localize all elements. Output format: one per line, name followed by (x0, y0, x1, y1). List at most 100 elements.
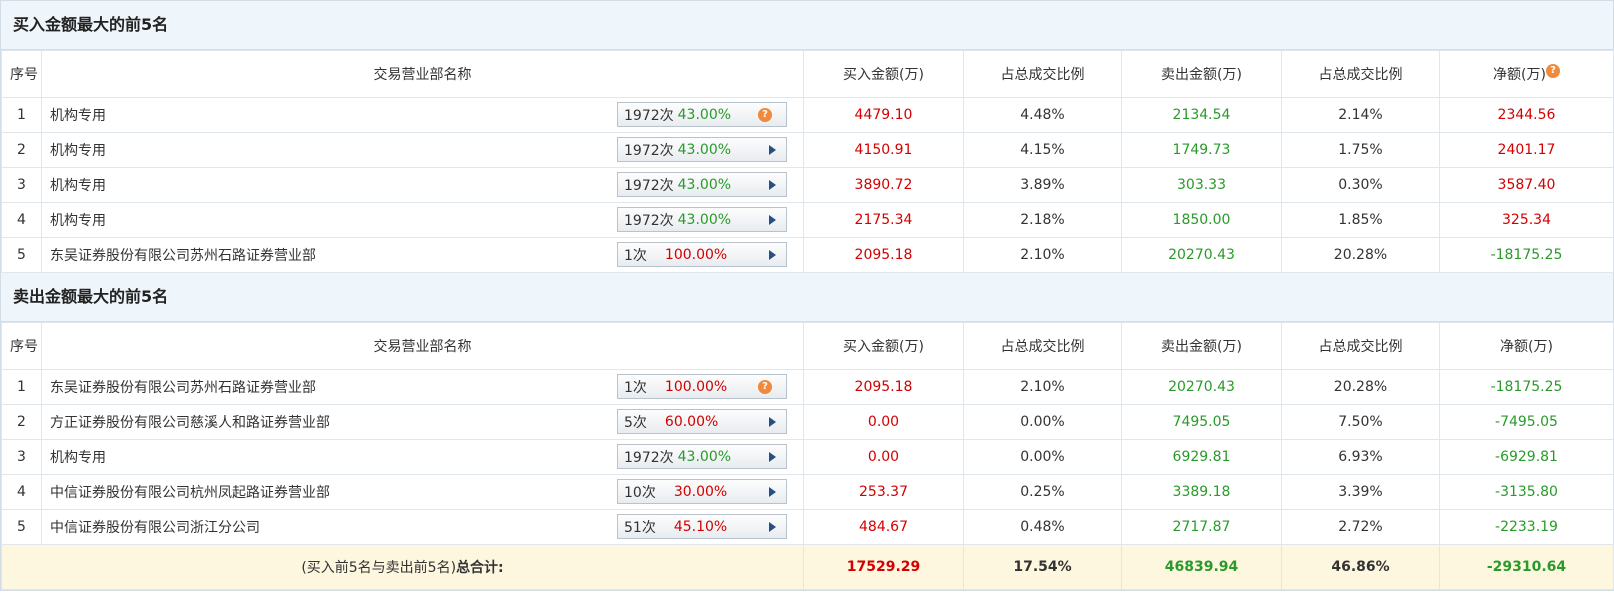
expand-arrow-icon[interactable] (769, 215, 776, 225)
sell-amount: 6929.81 (1121, 439, 1282, 475)
broker-name[interactable]: 机构专用 (50, 213, 106, 229)
row-no: 4 (1, 474, 42, 510)
buy-amount: 2095.18 (803, 237, 964, 273)
broker-stats-button[interactable]: 5次 60.00% (617, 409, 787, 434)
row-no: 5 (1, 509, 42, 545)
buy-ratio: 0.48% (963, 509, 1122, 545)
sell-ratio: 1.75% (1281, 132, 1440, 168)
broker-stats-button[interactable]: 1972次 43.00% (617, 137, 787, 162)
expand-arrow-icon[interactable] (769, 417, 776, 427)
broker-stats-button[interactable]: 10次 30.00% (617, 479, 787, 504)
broker-name[interactable]: 机构专用 (50, 143, 106, 159)
buy-amount: 3890.72 (803, 167, 964, 203)
sell-table-header: 序号 交易营业部名称 买入金额(万) 占总成交比例 卖出金额(万) 占总成交比例… (1, 322, 1614, 370)
table-row: 2 机构专用 1972次 43.00% 4150.91 4.15% 1749.73 1.75%… (1, 132, 1614, 168)
sell-ratio: 20.28% (1281, 369, 1440, 405)
row-no: 1 (1, 97, 42, 133)
help-question-icon[interactable]: ? (1545, 64, 1560, 78)
broker-stats-button[interactable]: 1次 100.00%? (617, 374, 787, 399)
expand-arrow-icon[interactable] (769, 452, 776, 462)
net-amount: 3587.40 (1439, 167, 1614, 203)
expand-arrow-icon[interactable] (769, 487, 776, 497)
sell-amount: 1749.73 (1121, 132, 1282, 168)
net-amount: -6929.81 (1439, 439, 1614, 475)
broker-name[interactable]: 东吴证券股份有限公司苏州石路证券营业部 (50, 248, 316, 264)
broker-cell: 东吴证券股份有限公司苏州石路证券营业部 1次 100.00% (41, 237, 804, 273)
broker-stats-button[interactable]: 1次 100.00% (617, 242, 787, 267)
broker-name[interactable]: 机构专用 (50, 178, 106, 194)
broker-name[interactable]: 机构专用 (50, 450, 106, 466)
total-sell-pct: 46.86% (1281, 544, 1440, 590)
net-amount: -7495.05 (1439, 404, 1614, 440)
help-question-icon[interactable]: ? (758, 380, 772, 394)
sell-amount: 20270.43 (1121, 369, 1282, 405)
row-no: 5 (1, 237, 42, 273)
sell-amount: 7495.05 (1121, 404, 1282, 440)
broker-cell: 机构专用 1972次 43.00%? (41, 97, 804, 133)
header-buy: 买入金额(万) (803, 50, 964, 98)
sell-table: 序号 交易营业部名称 买入金额(万) 占总成交比例 卖出金额(万) 占总成交比例… (1, 322, 1614, 590)
buy-ratio: 2.18% (963, 202, 1122, 238)
broker-count: 1972次 (624, 177, 674, 194)
sell-amount: 303.33 (1121, 167, 1282, 203)
header-name: 交易营业部名称 (41, 50, 804, 98)
broker-stats-button[interactable]: 1972次 43.00% (617, 444, 787, 469)
sell-section-title: 卖出金额最大的前5名 (1, 273, 1613, 322)
header-sell-pct: 占总成交比例 (1281, 50, 1440, 98)
expand-arrow-icon[interactable] (769, 180, 776, 190)
broker-count: 5次 (624, 414, 647, 431)
table-row: 3 机构专用 1972次 43.00% 0.00 0.00% 6929.81 6.93% -69… (1, 439, 1614, 475)
broker-name[interactable]: 东吴证券股份有限公司苏州石路证券营业部 (50, 380, 316, 396)
sell-amount: 2134.54 (1121, 97, 1282, 133)
broker-stats-button[interactable]: 1972次 43.00% (617, 207, 787, 232)
broker-name[interactable]: 机构专用 (50, 108, 106, 124)
broker-count: 1972次 (624, 107, 674, 124)
buy-ratio: 0.00% (963, 439, 1122, 475)
broker-rate: 45.10% (673, 518, 728, 535)
row-no: 4 (1, 202, 42, 238)
broker-rate: 43.00% (677, 211, 732, 228)
total-buy-pct: 17.54% (963, 544, 1122, 590)
buy-ratio: 4.15% (963, 132, 1122, 168)
expand-arrow-icon[interactable] (769, 250, 776, 260)
header-sell: 卖出金额(万) (1121, 322, 1282, 370)
total-label: (买入前5名与卖出前5名)总合计: (1, 544, 804, 590)
expand-arrow-icon[interactable] (769, 522, 776, 532)
table-row: 5 中信证券股份有限公司浙江分公司 51次 45.10% 484.67 0.48% 2717… (1, 509, 1614, 545)
broker-name[interactable]: 方正证券股份有限公司慈溪人和路证券营业部 (50, 415, 330, 431)
buy-amount: 253.37 (803, 474, 964, 510)
broker-rate: 43.00% (677, 176, 732, 193)
row-no: 2 (1, 404, 42, 440)
broker-count: 1次 (624, 247, 647, 264)
net-amount: -2233.19 (1439, 509, 1614, 545)
expand-arrow-icon[interactable] (769, 145, 776, 155)
header-buy: 买入金额(万) (803, 322, 964, 370)
sell-amount: 20270.43 (1121, 237, 1282, 273)
buy-ratio: 4.48% (963, 97, 1122, 133)
sell-ratio: 20.28% (1281, 237, 1440, 273)
dragon-tiger-board: 买入金额最大的前5名 序号 交易营业部名称 买入金额(万) 占总成交比例 卖出金… (0, 0, 1614, 591)
buy-ratio: 0.25% (963, 474, 1122, 510)
buy-amount: 484.67 (803, 509, 964, 545)
broker-cell: 方正证券股份有限公司慈溪人和路证券营业部 5次 60.00% (41, 404, 804, 440)
total-buy: 17529.29 (803, 544, 964, 590)
total-net: -29310.64 (1439, 544, 1614, 590)
header-name: 交易营业部名称 (41, 322, 804, 370)
broker-rate: 43.00% (677, 448, 732, 465)
header-sell: 卖出金额(万) (1121, 50, 1282, 98)
broker-cell: 机构专用 1972次 43.00% (41, 202, 804, 238)
broker-name[interactable]: 中信证券股份有限公司杭州凤起路证券营业部 (50, 485, 330, 501)
sell-amount: 3389.18 (1121, 474, 1282, 510)
total-sell: 46839.94 (1121, 544, 1282, 590)
broker-stats-button[interactable]: 1972次 43.00% (617, 172, 787, 197)
broker-cell: 中信证券股份有限公司杭州凤起路证券营业部 10次 30.00% (41, 474, 804, 510)
broker-stats-button[interactable]: 1972次 43.00%? (617, 102, 787, 127)
row-no: 1 (1, 369, 42, 405)
broker-stats-button[interactable]: 51次 45.10% (617, 514, 787, 539)
broker-name[interactable]: 中信证券股份有限公司浙江分公司 (50, 520, 260, 536)
help-question-icon[interactable]: ? (758, 108, 772, 122)
broker-rate: 30.00% (673, 483, 728, 500)
header-no: 序号 (1, 322, 42, 370)
net-amount: -18175.25 (1439, 237, 1614, 273)
sell-ratio: 1.85% (1281, 202, 1440, 238)
